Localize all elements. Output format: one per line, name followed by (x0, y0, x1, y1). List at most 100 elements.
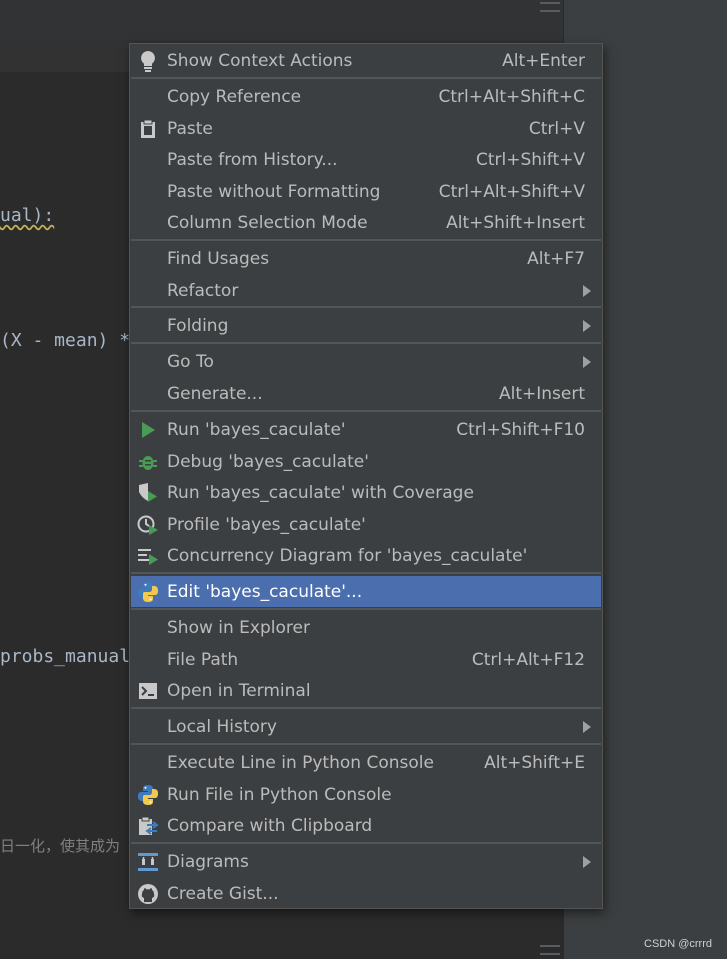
menu-item-label: Run 'bayes_caculate' with Coverage (167, 482, 474, 503)
menu-item-generate[interactable]: Generate... Alt+Insert (131, 378, 601, 409)
menu-item-label: Execute Line in Python Console (167, 752, 434, 773)
menu-item-label: Profile 'bayes_caculate' (167, 514, 366, 535)
menu-item-shortcut: Ctrl+Alt+F12 (471, 649, 585, 670)
menu-item-profile[interactable]: Profile 'bayes_caculate' (131, 509, 601, 540)
scroll-marker (540, 10, 560, 12)
menu-item-shortcut: Alt+Shift+Insert (446, 212, 585, 233)
menu-item-label: Concurrency Diagram for 'bayes_caculate' (167, 545, 528, 566)
menu-item-label: Paste from History... (167, 149, 338, 170)
menu-item-label: Run 'bayes_caculate' (167, 419, 346, 440)
menu-item-label: Open in Terminal (167, 680, 311, 701)
context-menu: Show Context Actions Alt+Enter Copy Refe… (129, 43, 603, 909)
menu-item-shortcut: Ctrl+Shift+V (475, 149, 585, 170)
lightbulb-icon (136, 49, 160, 73)
menu-item-run-with-coverage[interactable]: Run 'bayes_caculate' with Coverage (131, 477, 601, 508)
submenu-arrow-icon (583, 319, 591, 332)
menu-separator (131, 743, 601, 745)
profile-icon (136, 513, 160, 537)
menu-separator (131, 77, 601, 79)
menu-item-label: Create Gist... (167, 883, 279, 904)
menu-item-diagrams[interactable]: Diagrams (131, 846, 601, 877)
scroll-marker (540, 2, 560, 4)
menu-item-copy-reference[interactable]: Copy Reference Ctrl+Alt+Shift+C (131, 81, 601, 112)
scroll-marker (540, 953, 560, 955)
menu-item-debug[interactable]: Debug 'bayes_caculate' (131, 446, 601, 477)
menu-item-folding[interactable]: Folding (131, 310, 601, 341)
menu-item-execute-line[interactable]: Execute Line in Python Console Alt+Shift… (131, 747, 601, 778)
menu-item-shortcut: Alt+F7 (527, 248, 585, 269)
menu-item-label: Edit 'bayes_caculate'... (167, 581, 363, 602)
menu-item-label: Diagrams (167, 851, 249, 872)
menu-separator (131, 608, 601, 610)
menu-item-label: Paste without Formatting (167, 181, 381, 202)
menu-separator (131, 572, 601, 574)
scroll-marker (540, 945, 560, 947)
menu-item-refactor[interactable]: Refactor (131, 275, 601, 306)
watermark: CSDN @crrrd (644, 938, 712, 950)
menu-separator (131, 842, 601, 844)
submenu-arrow-icon (583, 284, 591, 297)
menu-item-label: File Path (167, 649, 239, 670)
submenu-arrow-icon (583, 855, 591, 868)
menu-item-label: Paste (167, 118, 213, 139)
menu-item-paste[interactable]: Paste Ctrl+V (131, 113, 601, 144)
menu-item-show-in-explorer[interactable]: Show in Explorer (131, 612, 601, 643)
code-line: probs_manual (0, 646, 131, 667)
menu-item-label: Copy Reference (167, 86, 302, 107)
menu-separator (131, 410, 601, 412)
menu-item-label: Compare with Clipboard (167, 815, 373, 836)
menu-item-shortcut: Alt+Shift+E (484, 752, 585, 773)
run-icon (136, 418, 160, 442)
menu-item-shortcut: Alt+Insert (498, 383, 585, 404)
submenu-arrow-icon (583, 355, 591, 368)
menu-item-label: Column Selection Mode (167, 212, 368, 233)
menu-item-column-selection-mode[interactable]: Column Selection Mode Alt+Shift+Insert (131, 207, 601, 238)
menu-item-shortcut: Ctrl+Shift+F10 (456, 419, 585, 440)
compare-icon (136, 814, 160, 838)
menu-item-find-usages[interactable]: Find Usages Alt+F7 (131, 243, 601, 274)
coverage-icon (136, 481, 160, 505)
menu-item-label: Run File in Python Console (167, 784, 392, 805)
menu-item-label: Find Usages (167, 248, 270, 269)
menu-item-label: Folding (167, 315, 229, 336)
github-icon (136, 882, 160, 906)
menu-item-shortcut: Ctrl+V (528, 118, 585, 139)
menu-item-label: Debug 'bayes_caculate' (167, 451, 369, 472)
submenu-arrow-icon (583, 720, 591, 733)
menu-separator (131, 342, 601, 344)
menu-item-paste-without-formatting[interactable]: Paste without Formatting Ctrl+Alt+Shift+… (131, 176, 601, 207)
menu-item-paste-from-history[interactable]: Paste from History... Ctrl+Shift+V (131, 144, 601, 175)
menu-item-shortcut: Ctrl+Alt+Shift+V (438, 181, 585, 202)
menu-item-label: Show in Explorer (167, 617, 310, 638)
menu-item-label: Generate... (167, 383, 263, 404)
menu-item-show-context-actions[interactable]: Show Context Actions Alt+Enter (131, 45, 601, 76)
concurrency-icon (136, 544, 160, 568)
menu-item-create-gist[interactable]: Create Gist... (131, 878, 601, 909)
clipboard-icon (136, 117, 160, 141)
menu-separator (131, 239, 601, 241)
menu-item-local-history[interactable]: Local History (131, 711, 601, 742)
menu-item-run-file-in-console[interactable]: Run File in Python Console (131, 779, 601, 810)
code-line: (X - mean) * (0, 330, 131, 351)
menu-separator (131, 707, 601, 709)
code-line: ual): (0, 205, 55, 226)
menu-item-label: Show Context Actions (167, 50, 353, 71)
menu-separator (131, 306, 601, 308)
menu-item-run[interactable]: Run 'bayes_caculate' Ctrl+Shift+F10 (131, 414, 601, 445)
editor-tab-strip (0, 0, 563, 40)
bug-icon (136, 450, 160, 474)
diagram-icon (136, 850, 160, 874)
menu-item-edit-configuration[interactable]: Edit 'bayes_caculate'... (131, 576, 601, 607)
menu-item-concurrency-diagram[interactable]: Concurrency Diagram for 'bayes_caculate' (131, 540, 601, 571)
menu-item-label: Go To (167, 351, 214, 372)
terminal-icon (136, 679, 160, 703)
menu-item-go-to[interactable]: Go To (131, 346, 601, 377)
python-icon (136, 783, 160, 807)
menu-item-compare-with-clipboard[interactable]: Compare with Clipboard (131, 810, 601, 841)
code-comment-line: 日一化，使其成为 (0, 837, 121, 855)
menu-item-label: Refactor (167, 280, 239, 301)
menu-item-file-path[interactable]: File Path Ctrl+Alt+F12 (131, 644, 601, 675)
menu-item-shortcut: Alt+Enter (502, 50, 585, 71)
menu-item-open-in-terminal[interactable]: Open in Terminal (131, 675, 601, 706)
menu-item-label: Local History (167, 716, 277, 737)
